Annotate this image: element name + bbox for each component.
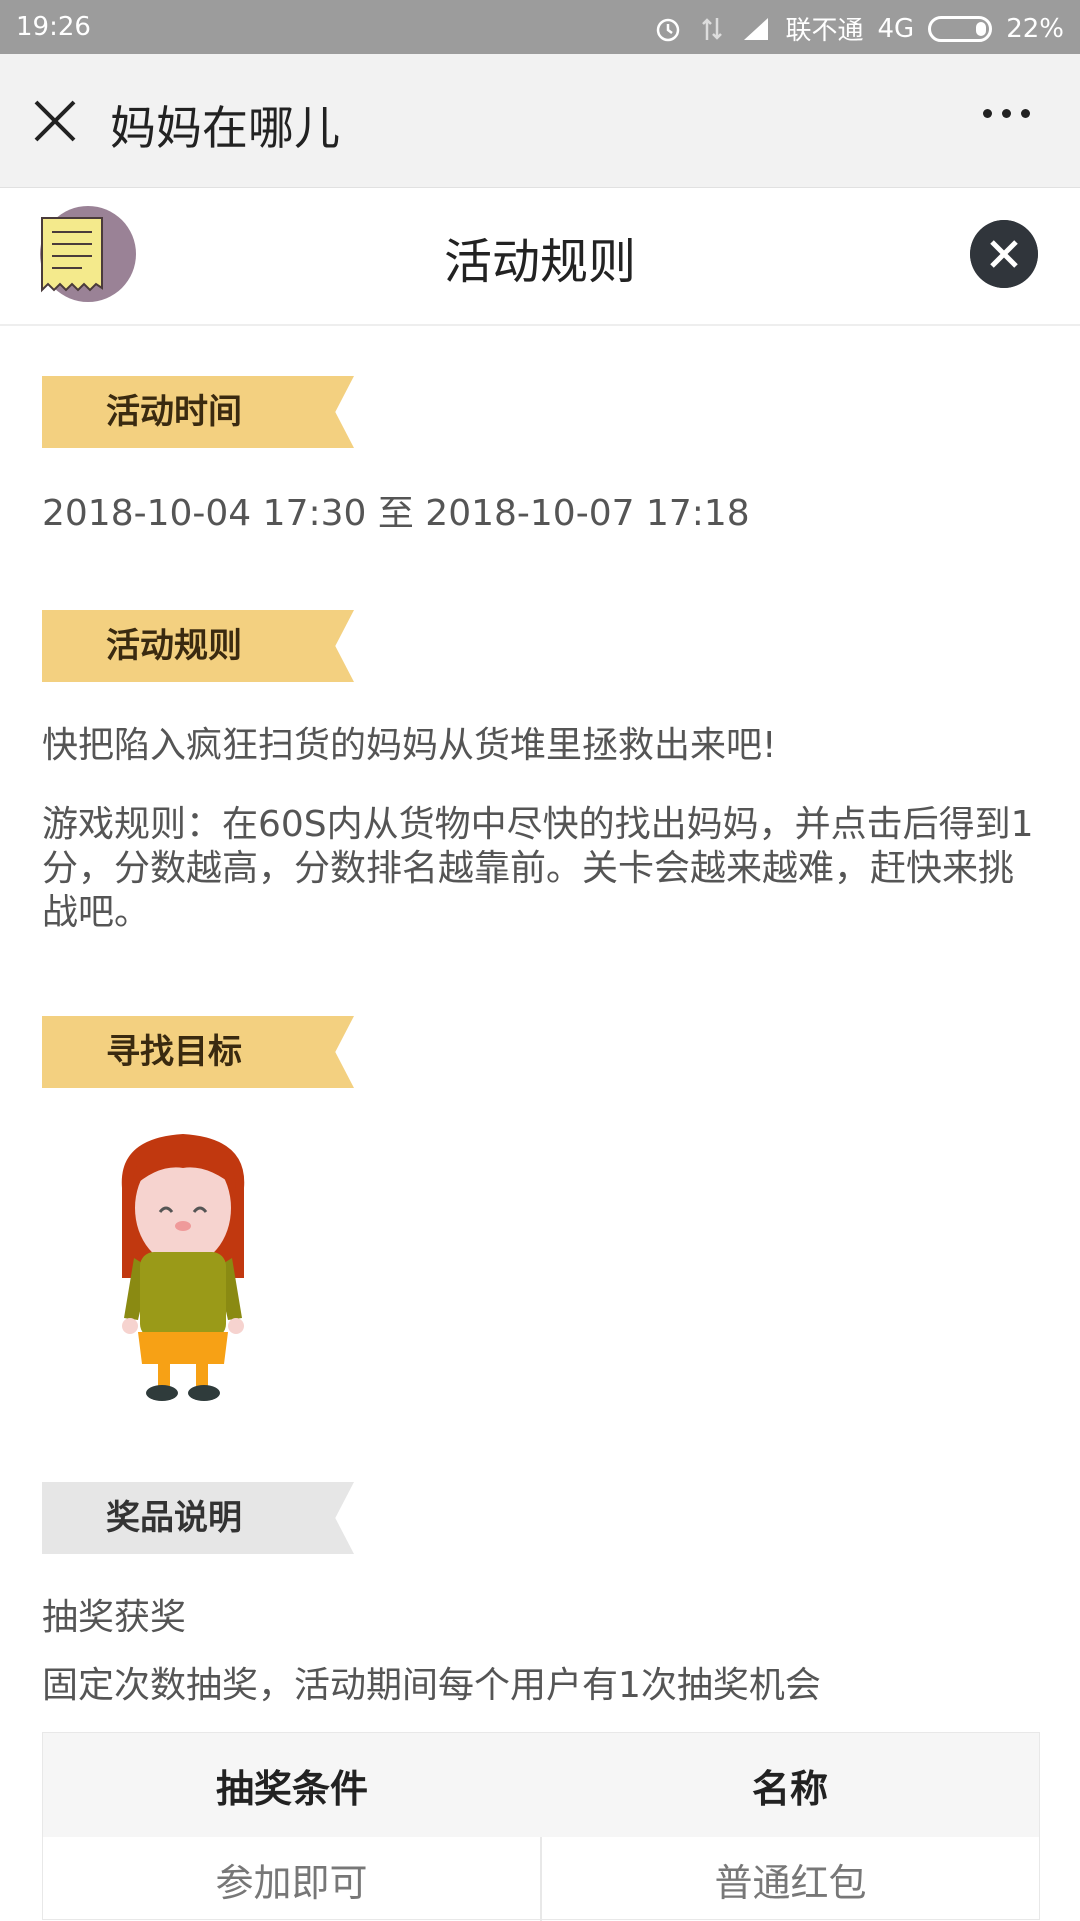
battery-percent: 22% <box>1006 13 1064 44</box>
network-type: 4G <box>877 13 915 44</box>
rules-intro: 快把陷入疯狂扫货的妈妈从货堆里拯救出来吧! <box>42 725 777 766</box>
carrier-name: 联不通 <box>785 16 864 46</box>
signal-icon <box>744 17 769 40</box>
prize-table: 抽奖条件 名称 参加即可 普通红包 <box>42 1732 1040 1921</box>
data-transfer-icon <box>702 17 723 40</box>
table-header-name: 名称 <box>751 1766 828 1811</box>
table-cell-name: 普通红包 <box>714 1860 867 1905</box>
section-tag-target: 寻找目标 <box>42 1016 354 1088</box>
prize-line-2: 固定次数抽奖，活动期间每个用户有1次抽奖机会 <box>42 1665 821 1706</box>
close-icon[interactable] <box>28 94 82 148</box>
more-dot-icon <box>1002 109 1011 118</box>
rules-body: 游戏规则：在60S内从货物中尽快的找出妈妈，并点击后得到1分，分数越高，分数排名… <box>42 804 1034 933</box>
section-tag-time: 活动时间 <box>42 376 354 448</box>
table-header-condition: 抽奖条件 <box>215 1766 368 1811</box>
table-row: 参加即可 普通红包 <box>43 1837 1039 1921</box>
section-tag-rules: 活动规则 <box>42 610 354 682</box>
battery-icon <box>928 15 993 42</box>
mom-character-image <box>121 1134 245 1401</box>
more-menu-button[interactable] <box>983 109 1030 118</box>
table-cell-condition: 参加即可 <box>43 1837 542 1921</box>
status-time: 19:26 <box>16 12 91 42</box>
nav-bar: 妈妈在哪儿 <box>0 54 1080 188</box>
status-icons: 联不通 4G 22% <box>653 10 1064 47</box>
status-bar: 19:26 联不通 4G 22% <box>0 0 1080 54</box>
close-panel-button[interactable] <box>970 220 1038 288</box>
more-dot-icon <box>1021 109 1030 118</box>
nav-title: 妈妈在哪儿 <box>110 101 340 155</box>
section-tag-prizes: 奖品说明 <box>42 1482 354 1554</box>
prize-table-header: 抽奖条件 名称 <box>43 1733 1039 1837</box>
panel-title: 活动规则 <box>443 234 636 290</box>
alarm-icon <box>657 18 680 41</box>
rules-panel-header: 活动规则 <box>0 188 1080 326</box>
prize-line-1: 抽奖获奖 <box>42 1597 187 1638</box>
more-dot-icon <box>983 109 992 118</box>
activity-time-value: 2018-10-04 17:30 至 2018-10-07 17:18 <box>42 493 750 534</box>
